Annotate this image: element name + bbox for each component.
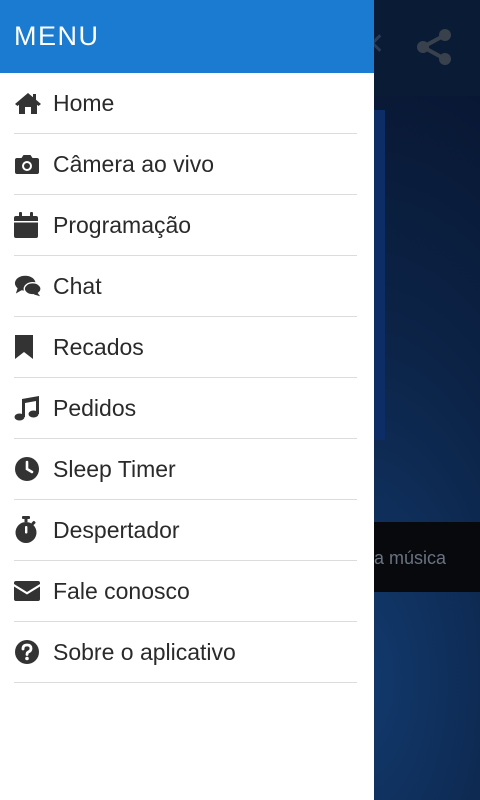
menu-item-despertador[interactable]: Despertador <box>14 500 357 561</box>
menu-label: Despertador <box>53 516 180 543</box>
menu-item-sobre[interactable]: Sobre o aplicativo <box>14 622 357 683</box>
calendar-icon <box>14 211 42 239</box>
home-icon <box>14 89 42 117</box>
menu-label: Pedidos <box>53 394 137 421</box>
menu-item-recados[interactable]: Recados <box>14 317 357 378</box>
stopwatch-icon <box>14 516 42 544</box>
menu-item-chat[interactable]: Chat <box>14 256 357 317</box>
menu-label: Câmera ao vivo <box>53 150 215 177</box>
share-icon[interactable] <box>414 26 456 68</box>
chat-icon <box>14 272 42 300</box>
menu-label: Sleep Timer <box>53 455 176 482</box>
menu-item-sleep-timer[interactable]: Sleep Timer <box>14 439 357 500</box>
drawer-header: MENU <box>0 0 374 73</box>
drawer-menu: Home Câmera ao vivo Programação Chat Rec… <box>0 73 374 683</box>
navigation-drawer: MENU Home Câmera ao vivo Programação Cha… <box>0 0 374 800</box>
camera-icon <box>14 150 42 178</box>
menu-label: Recados <box>53 333 144 360</box>
envelope-icon <box>14 577 42 605</box>
menu-label: Sobre o aplicativo <box>53 638 236 665</box>
question-circle-icon <box>14 638 42 666</box>
drawer-title: MENU <box>14 21 100 51</box>
clock-icon <box>14 455 42 483</box>
menu-label: Home <box>53 89 115 116</box>
menu-label: Chat <box>53 272 102 299</box>
menu-item-home[interactable]: Home <box>14 73 357 134</box>
menu-label: Fale conosco <box>53 577 190 604</box>
menu-item-pedidos[interactable]: Pedidos <box>14 378 357 439</box>
music-note-icon <box>14 394 42 422</box>
bookmark-icon <box>14 333 42 361</box>
menu-item-fale-conosco[interactable]: Fale conosco <box>14 561 357 622</box>
background-strip-text: a música <box>374 548 447 568</box>
menu-label: Programação <box>53 211 192 238</box>
menu-item-camera[interactable]: Câmera ao vivo <box>14 134 357 195</box>
menu-item-programacao[interactable]: Programação <box>14 195 357 256</box>
